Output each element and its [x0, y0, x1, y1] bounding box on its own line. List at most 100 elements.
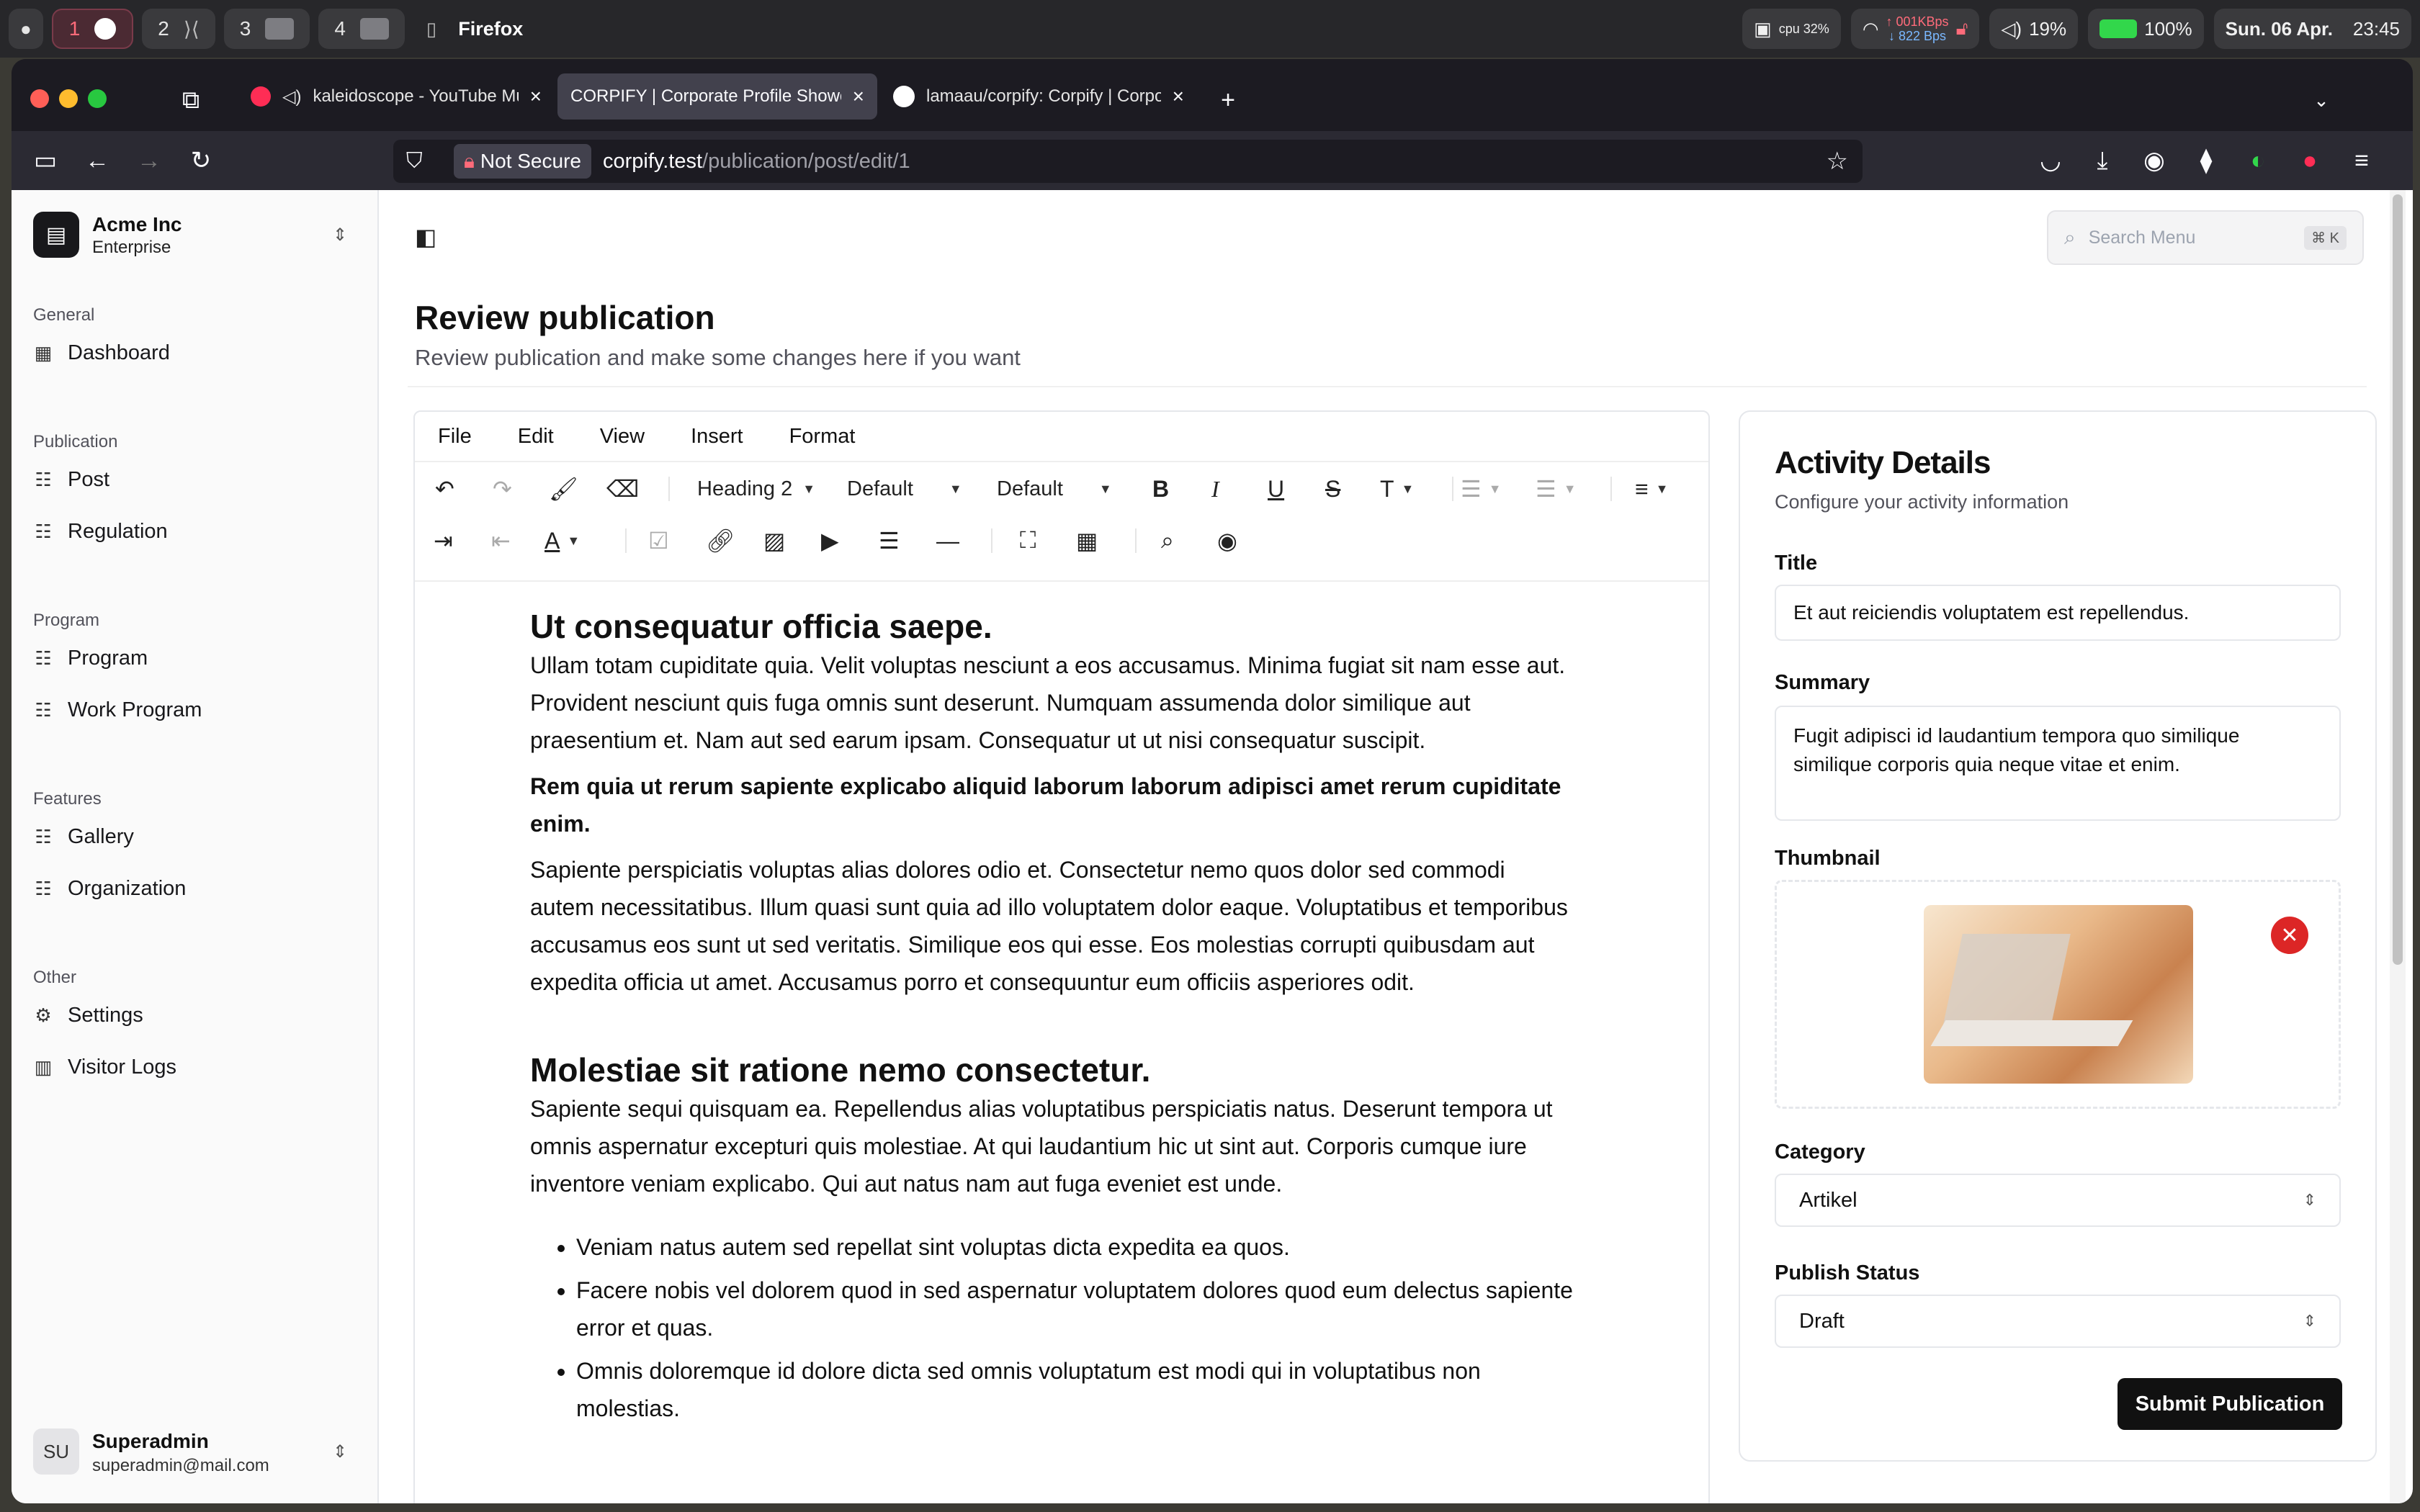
tab-youtube[interactable]: ◁) kaleidoscope - YouTube Mu ×	[238, 73, 555, 120]
reload-icon[interactable]: ↻	[184, 144, 218, 177]
undo-icon[interactable]: ↶	[435, 474, 454, 504]
thumbnail-dropzone[interactable]: ✕	[1775, 880, 2341, 1109]
sidebar-item-organization[interactable]: ☷ Organization	[33, 868, 357, 909]
image-icon[interactable]: ▨	[763, 526, 785, 556]
speaker-icon[interactable]: ◁)	[282, 86, 301, 107]
extension-eye-icon[interactable]: ◐	[2241, 144, 2275, 177]
sidebar-item-program[interactable]: ☷ Program	[33, 638, 357, 678]
redo-icon[interactable]: ↷	[493, 474, 512, 504]
forward-icon[interactable]: →	[133, 144, 166, 177]
outdent-icon[interactable]: ⇤	[491, 526, 511, 556]
org-logo-icon[interactable]: ▤	[33, 212, 79, 258]
sidebar-item-dashboard[interactable]: ▦ Dashboard	[33, 333, 357, 373]
close-tab-icon[interactable]: ×	[853, 85, 864, 108]
space-2[interactable]: 2 ⟩⟨	[142, 9, 215, 49]
text-color-icon[interactable]: A ▼	[544, 526, 580, 556]
scrollbar-thumb[interactable]	[2393, 194, 2403, 965]
space-1[interactable]: 1	[51, 9, 134, 49]
account-icon[interactable]: ◉	[2138, 144, 2171, 177]
sidebar-collapse-icon[interactable]: ◧	[415, 223, 436, 251]
page-scrollbar[interactable]	[2390, 190, 2406, 1503]
summary-field[interactable]: Fugit adipisci id laudantium tempora quo…	[1775, 706, 2341, 821]
submit-publication-button[interactable]: Submit Publication	[2118, 1378, 2342, 1430]
close-tab-icon[interactable]: ×	[530, 85, 542, 108]
line-height-icon[interactable]: ☰	[879, 526, 900, 556]
underline-icon[interactable]: U	[1268, 474, 1284, 504]
category-select[interactable]: Artikel ⇕	[1775, 1174, 2341, 1227]
align-icon[interactable]: ≡ ▼	[1635, 474, 1669, 504]
menu-insert[interactable]: Insert	[668, 425, 766, 449]
zoom-window-button[interactable]	[88, 89, 107, 108]
downloads-icon[interactable]: ⤓	[2086, 144, 2119, 177]
menu-format[interactable]: Format	[766, 425, 879, 449]
link-icon[interactable]: 🔗︎	[706, 526, 735, 556]
battery-widget[interactable]: 100%	[2088, 9, 2204, 49]
close-tab-icon[interactable]: ×	[1173, 85, 1184, 108]
sidebar-item-regulation[interactable]: ☷ Regulation	[33, 511, 357, 552]
volume-widget[interactable]: ◁) 19%	[1989, 9, 2079, 49]
tab-github[interactable]: lamaau/corpify: Corpify | Corpor ×	[880, 73, 1197, 120]
publish-status-select[interactable]: Draft ⇕	[1775, 1295, 2341, 1348]
firefox-view-icon[interactable]: ⧉	[174, 84, 207, 117]
network-widget[interactable]: ◠ ↑ 001KBps ↓ 822 Bps 🔓︎	[1850, 9, 1980, 49]
sidebar-item-visitor-logs[interactable]: ▥ Visitor Logs	[33, 1047, 357, 1087]
org-switcher-icon[interactable]: ⇕	[333, 225, 347, 246]
horizontal-rule-icon[interactable]: —	[936, 526, 959, 556]
list-tabs-icon[interactable]: ⌄	[2305, 84, 2338, 117]
eraser-icon[interactable]: ⌫	[606, 474, 639, 504]
menu-edit[interactable]: Edit	[495, 425, 577, 449]
cpu-widget[interactable]: ▣ cpu 32%	[1742, 9, 1841, 49]
avatar[interactable]: SU	[33, 1428, 79, 1475]
sidebar-item-post[interactable]: ☷ Post	[33, 459, 357, 500]
font-size-select[interactable]: Default ▼	[997, 474, 1112, 504]
table-icon[interactable]: ▦	[1076, 526, 1098, 556]
menu-view[interactable]: View	[577, 425, 668, 449]
org-name[interactable]: Acme Inc	[92, 213, 182, 236]
tab-corpify[interactable]: CORPIFY | Corporate Profile Showca ×	[557, 73, 877, 120]
clock-widget[interactable]: Sun. 06 Apr. 23:45	[2213, 9, 2411, 49]
title-field[interactable]: Et aut reiciendis voluptatem est repelle…	[1775, 585, 2341, 641]
editor-content[interactable]: Ut consequatur officia saepe. Ullam tota…	[530, 606, 1574, 1433]
space-4[interactable]: 4	[318, 9, 405, 49]
shield-icon[interactable]: ⛉	[406, 149, 423, 174]
menu-file[interactable]: File	[415, 425, 495, 449]
minimize-window-button[interactable]	[59, 89, 78, 108]
address-bar[interactable]: ⛉ 🔒︎ Not Secure corpify.test/publication…	[393, 140, 1863, 183]
sidebar-toggle-icon[interactable]: ▭	[29, 144, 62, 177]
preview-icon[interactable]: ◉	[1217, 526, 1237, 556]
space-3[interactable]: 3	[223, 9, 310, 49]
sidebar-item-gallery[interactable]: ☷ Gallery	[33, 816, 357, 857]
sidebar-item-work-program[interactable]: ☷ Work Program	[33, 690, 357, 730]
find-replace-icon[interactable]: ⌕	[1161, 526, 1174, 556]
bold-icon[interactable]: B	[1152, 474, 1169, 504]
sidebar-item-settings[interactable]: ⚙ Settings	[33, 995, 357, 1035]
checklist-icon[interactable]: ☑	[648, 526, 669, 556]
fullscreen-icon[interactable]: ⛶	[1020, 526, 1036, 556]
apple-menu-icon[interactable]: ●	[9, 9, 43, 49]
content-paragraph: Sapiente sequi quisquam ea. Repellendus …	[530, 1096, 1553, 1197]
indent-icon[interactable]: ⇥	[434, 526, 453, 556]
back-icon[interactable]: ←	[81, 144, 114, 177]
close-window-button[interactable]	[30, 89, 49, 108]
font-family-select[interactable]: Default ▼	[847, 474, 962, 504]
window-icon	[265, 18, 295, 40]
not-secure-badge[interactable]: 🔒︎ Not Secure	[454, 144, 591, 179]
format-painter-icon[interactable]: 🖌︎	[549, 474, 578, 504]
app-menu-icon[interactable]: ≡	[2345, 144, 2378, 177]
italic-icon[interactable]: I	[1211, 474, 1219, 504]
bullet-list-icon[interactable]: ☰ ▼	[1461, 474, 1502, 504]
strikethrough-icon[interactable]: S	[1325, 474, 1340, 504]
search-input[interactable]: ⌕ Search Menu ⌘ K	[2047, 210, 2364, 265]
remove-thumbnail-button[interactable]: ✕	[2271, 917, 2308, 954]
bookmark-star-icon[interactable]: ☆	[1827, 147, 1848, 176]
new-tab-icon[interactable]: +	[1211, 84, 1245, 117]
extension-hand-icon[interactable]: ●	[2293, 144, 2326, 177]
extensions-icon[interactable]: ⧫	[2190, 144, 2223, 177]
text-style-icon[interactable]: T ▼	[1380, 474, 1414, 504]
video-icon[interactable]: ▶	[821, 526, 839, 556]
numbered-list-icon[interactable]: ☰ ▼	[1536, 474, 1577, 504]
pocket-icon[interactable]: ◡	[2034, 144, 2067, 177]
block-format-select[interactable]: Heading 2 ▼	[697, 474, 815, 504]
user-name[interactable]: Superadmin	[92, 1430, 209, 1453]
user-menu-icon[interactable]: ⇕	[333, 1441, 347, 1462]
